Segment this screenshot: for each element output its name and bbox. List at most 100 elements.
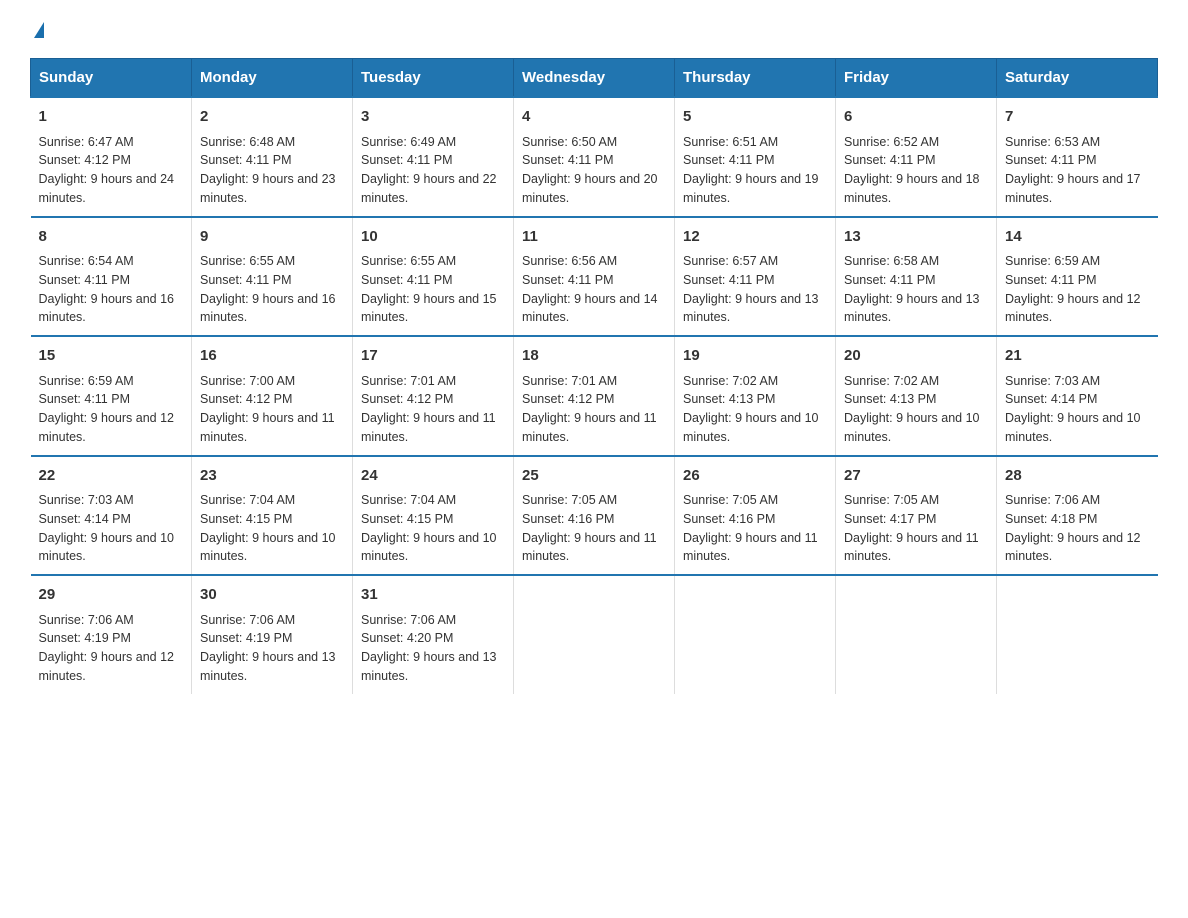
- column-header-saturday: Saturday: [997, 59, 1158, 98]
- daylight-text: Daylight: 9 hours and 13 minutes.: [361, 650, 497, 683]
- daylight-text: Daylight: 9 hours and 12 minutes.: [1005, 531, 1141, 564]
- sunrise-text: Sunrise: 6:51 AM: [683, 135, 778, 149]
- day-number: 8: [39, 226, 184, 249]
- calendar-cell: 29 Sunrise: 7:06 AM Sunset: 4:19 PM Dayl…: [31, 575, 192, 694]
- calendar-cell: 17 Sunrise: 7:01 AM Sunset: 4:12 PM Dayl…: [353, 336, 514, 456]
- calendar-cell: 7 Sunrise: 6:53 AM Sunset: 4:11 PM Dayli…: [997, 97, 1158, 217]
- logo: [30, 20, 44, 38]
- sunrise-text: Sunrise: 6:55 AM: [361, 254, 456, 268]
- sunrise-text: Sunrise: 6:48 AM: [200, 135, 295, 149]
- calendar-cell: 25 Sunrise: 7:05 AM Sunset: 4:16 PM Dayl…: [514, 456, 675, 576]
- calendar-week-row: 22 Sunrise: 7:03 AM Sunset: 4:14 PM Dayl…: [31, 456, 1158, 576]
- calendar-cell: 4 Sunrise: 6:50 AM Sunset: 4:11 PM Dayli…: [514, 97, 675, 217]
- sunset-text: Sunset: 4:13 PM: [683, 392, 775, 406]
- sunrise-text: Sunrise: 7:01 AM: [361, 374, 456, 388]
- calendar-week-row: 8 Sunrise: 6:54 AM Sunset: 4:11 PM Dayli…: [31, 217, 1158, 337]
- day-number: 28: [1005, 465, 1150, 488]
- calendar-cell: 13 Sunrise: 6:58 AM Sunset: 4:11 PM Dayl…: [836, 217, 997, 337]
- column-header-friday: Friday: [836, 59, 997, 98]
- page-header: [30, 20, 1158, 38]
- calendar-cell: 28 Sunrise: 7:06 AM Sunset: 4:18 PM Dayl…: [997, 456, 1158, 576]
- sunrise-text: Sunrise: 7:00 AM: [200, 374, 295, 388]
- day-number: 30: [200, 584, 344, 607]
- sunrise-text: Sunrise: 7:06 AM: [1005, 493, 1100, 507]
- day-number: 2: [200, 106, 344, 129]
- sunset-text: Sunset: 4:15 PM: [200, 512, 292, 526]
- day-number: 19: [683, 345, 827, 368]
- sunset-text: Sunset: 4:11 PM: [683, 153, 775, 167]
- daylight-text: Daylight: 9 hours and 22 minutes.: [361, 172, 497, 205]
- day-number: 24: [361, 465, 505, 488]
- sunrise-text: Sunrise: 6:56 AM: [522, 254, 617, 268]
- day-number: 22: [39, 465, 184, 488]
- sunrise-text: Sunrise: 7:02 AM: [683, 374, 778, 388]
- calendar-cell: 14 Sunrise: 6:59 AM Sunset: 4:11 PM Dayl…: [997, 217, 1158, 337]
- sunrise-text: Sunrise: 6:59 AM: [39, 374, 134, 388]
- sunset-text: Sunset: 4:11 PM: [39, 273, 131, 287]
- column-header-wednesday: Wednesday: [514, 59, 675, 98]
- daylight-text: Daylight: 9 hours and 10 minutes.: [200, 531, 336, 564]
- column-header-monday: Monday: [192, 59, 353, 98]
- calendar-cell: 11 Sunrise: 6:56 AM Sunset: 4:11 PM Dayl…: [514, 217, 675, 337]
- sunrise-text: Sunrise: 7:05 AM: [522, 493, 617, 507]
- sunset-text: Sunset: 4:11 PM: [844, 153, 936, 167]
- day-number: 3: [361, 106, 505, 129]
- calendar-cell: 31 Sunrise: 7:06 AM Sunset: 4:20 PM Dayl…: [353, 575, 514, 694]
- day-number: 31: [361, 584, 505, 607]
- day-number: 27: [844, 465, 988, 488]
- day-number: 13: [844, 226, 988, 249]
- calendar-cell: 24 Sunrise: 7:04 AM Sunset: 4:15 PM Dayl…: [353, 456, 514, 576]
- sunset-text: Sunset: 4:11 PM: [361, 273, 453, 287]
- sunset-text: Sunset: 4:13 PM: [844, 392, 936, 406]
- day-number: 20: [844, 345, 988, 368]
- sunrise-text: Sunrise: 6:49 AM: [361, 135, 456, 149]
- column-header-tuesday: Tuesday: [353, 59, 514, 98]
- sunrise-text: Sunrise: 7:04 AM: [200, 493, 295, 507]
- sunset-text: Sunset: 4:15 PM: [361, 512, 453, 526]
- sunrise-text: Sunrise: 7:03 AM: [1005, 374, 1100, 388]
- calendar-cell: 8 Sunrise: 6:54 AM Sunset: 4:11 PM Dayli…: [31, 217, 192, 337]
- sunrise-text: Sunrise: 6:53 AM: [1005, 135, 1100, 149]
- sunset-text: Sunset: 4:11 PM: [683, 273, 775, 287]
- sunrise-text: Sunrise: 7:06 AM: [39, 613, 134, 627]
- daylight-text: Daylight: 9 hours and 12 minutes.: [39, 411, 175, 444]
- daylight-text: Daylight: 9 hours and 11 minutes.: [522, 411, 657, 444]
- day-number: 25: [522, 465, 666, 488]
- calendar-cell: 1 Sunrise: 6:47 AM Sunset: 4:12 PM Dayli…: [31, 97, 192, 217]
- calendar-cell: 27 Sunrise: 7:05 AM Sunset: 4:17 PM Dayl…: [836, 456, 997, 576]
- day-number: 16: [200, 345, 344, 368]
- column-header-thursday: Thursday: [675, 59, 836, 98]
- sunset-text: Sunset: 4:12 PM: [39, 153, 131, 167]
- daylight-text: Daylight: 9 hours and 10 minutes.: [844, 411, 980, 444]
- calendar-header-row: SundayMondayTuesdayWednesdayThursdayFrid…: [31, 59, 1158, 98]
- daylight-text: Daylight: 9 hours and 13 minutes.: [683, 292, 819, 325]
- daylight-text: Daylight: 9 hours and 12 minutes.: [39, 650, 175, 683]
- daylight-text: Daylight: 9 hours and 20 minutes.: [522, 172, 658, 205]
- day-number: 23: [200, 465, 344, 488]
- day-number: 6: [844, 106, 988, 129]
- daylight-text: Daylight: 9 hours and 13 minutes.: [200, 650, 336, 683]
- day-number: 4: [522, 106, 666, 129]
- sunset-text: Sunset: 4:17 PM: [844, 512, 936, 526]
- sunset-text: Sunset: 4:12 PM: [522, 392, 614, 406]
- daylight-text: Daylight: 9 hours and 11 minutes.: [522, 531, 657, 564]
- sunset-text: Sunset: 4:14 PM: [1005, 392, 1097, 406]
- daylight-text: Daylight: 9 hours and 16 minutes.: [200, 292, 336, 325]
- sunrise-text: Sunrise: 7:02 AM: [844, 374, 939, 388]
- sunset-text: Sunset: 4:16 PM: [683, 512, 775, 526]
- sunset-text: Sunset: 4:16 PM: [522, 512, 614, 526]
- daylight-text: Daylight: 9 hours and 10 minutes.: [683, 411, 819, 444]
- day-number: 1: [39, 106, 184, 129]
- calendar-cell: 20 Sunrise: 7:02 AM Sunset: 4:13 PM Dayl…: [836, 336, 997, 456]
- sunset-text: Sunset: 4:19 PM: [39, 631, 131, 645]
- sunrise-text: Sunrise: 6:55 AM: [200, 254, 295, 268]
- daylight-text: Daylight: 9 hours and 10 minutes.: [39, 531, 175, 564]
- calendar-week-row: 29 Sunrise: 7:06 AM Sunset: 4:19 PM Dayl…: [31, 575, 1158, 694]
- daylight-text: Daylight: 9 hours and 23 minutes.: [200, 172, 336, 205]
- sunrise-text: Sunrise: 6:54 AM: [39, 254, 134, 268]
- sunrise-text: Sunrise: 7:04 AM: [361, 493, 456, 507]
- day-number: 11: [522, 226, 666, 249]
- daylight-text: Daylight: 9 hours and 17 minutes.: [1005, 172, 1141, 205]
- calendar-cell: 9 Sunrise: 6:55 AM Sunset: 4:11 PM Dayli…: [192, 217, 353, 337]
- daylight-text: Daylight: 9 hours and 14 minutes.: [522, 292, 658, 325]
